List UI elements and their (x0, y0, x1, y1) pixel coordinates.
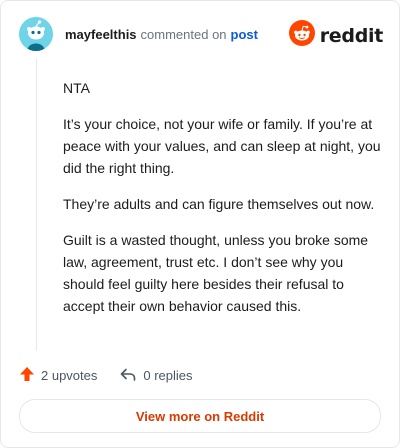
reply-button[interactable]: 0 replies (119, 366, 193, 385)
reddit-wordmark: reddit (319, 24, 384, 47)
comment-paragraph: It’s your choice, not your wife or famil… (63, 116, 381, 176)
reply-count: 0 replies (143, 368, 193, 383)
comment-body: NTA It’s your choice, not your wife or f… (63, 77, 381, 331)
upvote-arrow-icon (19, 366, 41, 385)
upvote-count: 2 upvotes (41, 368, 98, 383)
comment-meta: mayfeelthis commented on post (65, 27, 258, 42)
thread-line (36, 59, 37, 351)
comment-paragraph: NTA (63, 80, 90, 96)
action-text: commented on (140, 26, 227, 42)
username-link[interactable]: mayfeelthis (65, 27, 137, 42)
view-more-button[interactable]: View more on Reddit (19, 399, 381, 433)
snoo-avatar-icon[interactable] (19, 17, 53, 51)
comment-paragraph: They’re adults and can figure themselves… (63, 196, 375, 212)
embedded-comment-card: mayfeelthis commented on post reddit NTA… (0, 0, 400, 448)
comment-actions: 2 upvotes 0 replies (19, 366, 193, 385)
comment-paragraph: Guilt is a wasted thought, unless you br… (63, 232, 369, 314)
reddit-brand[interactable]: reddit (288, 20, 384, 51)
reply-arrow-icon (119, 366, 143, 385)
comment-header: mayfeelthis commented on post reddit (19, 17, 383, 51)
upvote-button[interactable]: 2 upvotes (19, 366, 97, 385)
reddit-logo-icon (288, 20, 315, 51)
post-link[interactable]: post (231, 27, 258, 42)
